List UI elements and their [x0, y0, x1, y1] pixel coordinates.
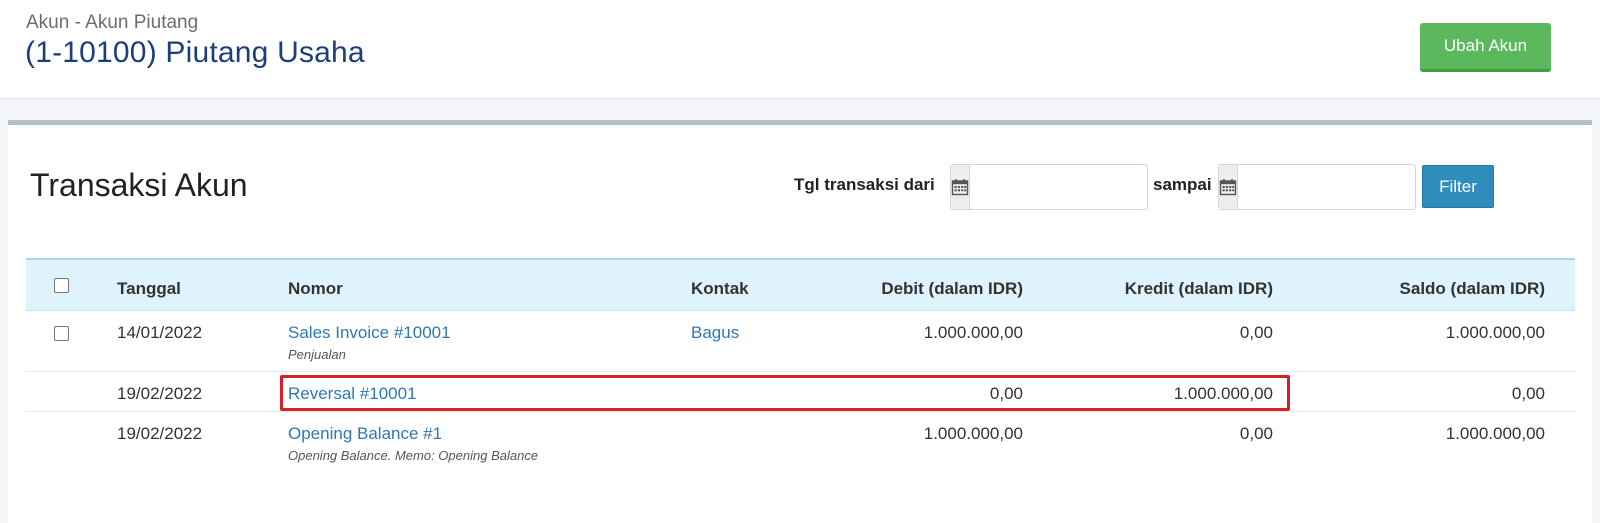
row-checkbox[interactable]	[54, 326, 69, 341]
table-row: 19/02/2022 Reversal #10001 0,00 1.000.00…	[26, 372, 1575, 412]
row-balance: 1.000.000,00	[1445, 424, 1545, 443]
select-all-checkbox[interactable]	[54, 278, 69, 293]
row-balance: 1.000.000,00	[1445, 323, 1545, 342]
date-to-group	[1218, 164, 1461, 210]
section-title: Transaksi Akun	[30, 167, 248, 203]
breadcrumb: Akun - Akun Piutang	[26, 12, 199, 33]
row-credit: 0,00	[1239, 424, 1273, 443]
row-date: 19/02/2022	[117, 424, 203, 443]
date-to-label: sampai	[1153, 175, 1212, 194]
col-header-nomor[interactable]: Nomor	[288, 279, 343, 299]
date-from-group	[950, 164, 1193, 210]
row-memo: Penjualan	[288, 347, 346, 362]
row-credit: 0,00	[1239, 323, 1273, 342]
row-balance: 0,00	[1511, 384, 1545, 403]
filter-button[interactable]: Filter	[1422, 165, 1494, 208]
row-date: 14/01/2022	[117, 323, 203, 342]
row-memo: Opening Balance. Memo: Opening Balance	[288, 448, 539, 463]
row-debit: 1.000.000,00	[923, 323, 1023, 342]
page-title: (1-10100) Piutang Usaha	[25, 36, 365, 69]
table-row: 14/01/2022 Sales Invoice #10001 Penjuala…	[26, 311, 1575, 372]
row-date: 19/02/2022	[117, 384, 203, 403]
row-contact-link[interactable]: Bagus	[691, 323, 739, 343]
col-header-tanggal[interactable]: Tanggal	[117, 279, 181, 299]
row-debit: 0,00	[989, 384, 1023, 403]
row-credit: 1.000.000,00	[1173, 384, 1273, 403]
col-header-kredit[interactable]: Kredit (dalam IDR)	[1125, 279, 1273, 299]
table-header: Tanggal Nomor Kontak Debit (dalam IDR) K…	[26, 258, 1575, 311]
calendar-icon[interactable]	[1219, 165, 1238, 209]
row-number-link[interactable]: Reversal #10001	[288, 384, 417, 404]
col-header-saldo[interactable]: Saldo (dalam IDR)	[1400, 279, 1545, 299]
transactions-table: Tanggal Nomor Kontak Debit (dalam IDR) K…	[26, 258, 1575, 472]
row-number-link[interactable]: Opening Balance #1	[288, 424, 442, 444]
edit-account-button[interactable]: Ubah Akun	[1420, 23, 1551, 72]
transactions-panel: Transaksi Akun Tgl transaksi dari sampai	[8, 120, 1592, 523]
col-header-kontak[interactable]: Kontak	[691, 279, 749, 299]
row-number-link[interactable]: Sales Invoice #10001	[288, 323, 451, 343]
date-from-label: Tgl transaksi dari	[794, 175, 935, 194]
calendar-icon[interactable]	[951, 165, 970, 209]
col-header-debit[interactable]: Debit (dalam IDR)	[881, 279, 1023, 299]
page-header: Akun - Akun Piutang (1-10100) Piutang Us…	[0, 0, 1600, 99]
table-row: 19/02/2022 Opening Balance #1 Opening Ba…	[26, 412, 1575, 472]
row-debit: 1.000.000,00	[923, 424, 1023, 443]
